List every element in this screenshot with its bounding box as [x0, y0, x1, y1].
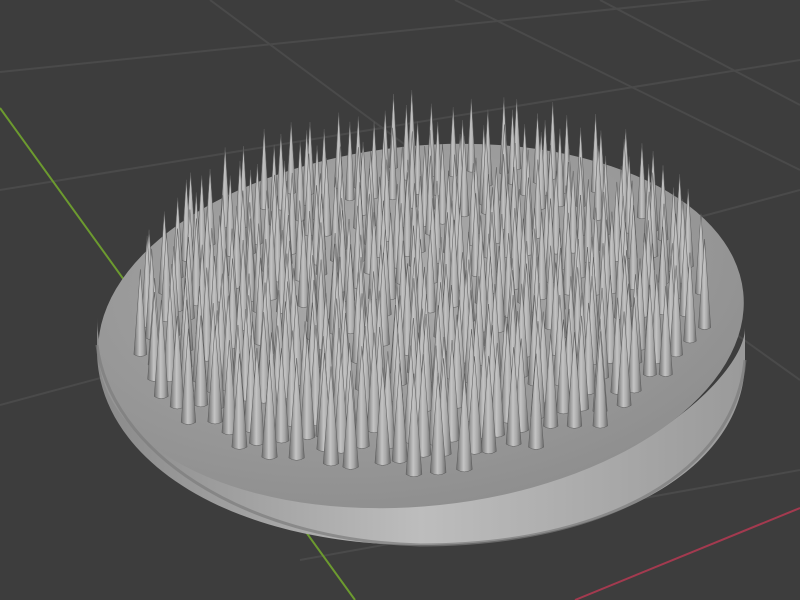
viewport-scene[interactable]: [0, 0, 800, 600]
spike: [466, 98, 476, 173]
3d-viewport[interactable]: [0, 0, 800, 600]
spike: [286, 122, 296, 195]
x-axis-line: [574, 507, 800, 600]
